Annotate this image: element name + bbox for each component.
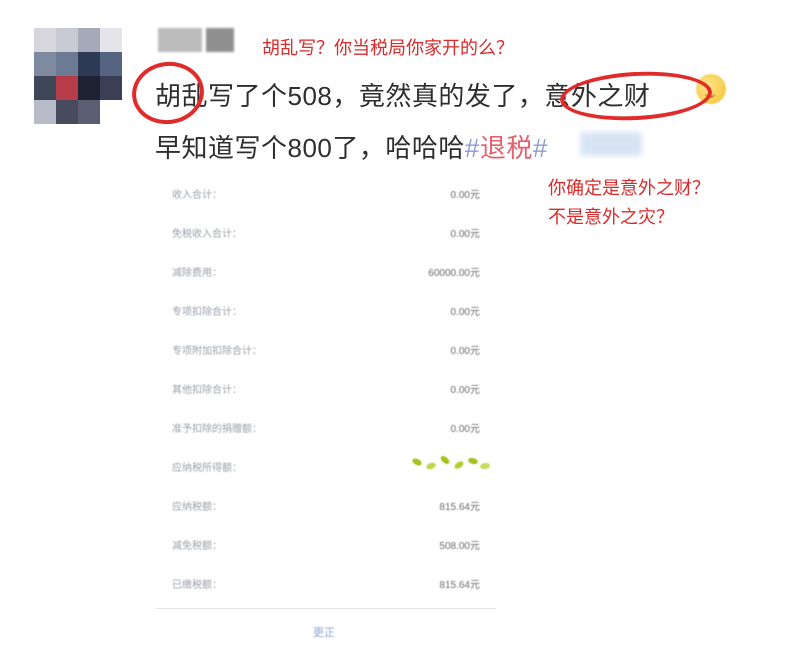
table-row: 专项扣除合计： 0.00元	[156, 303, 496, 323]
redacted-text-blur	[580, 132, 642, 156]
row-value: 815.64元	[439, 502, 480, 513]
row-label: 应纳税额：	[172, 502, 222, 513]
annotation-right-line1: 你确定是意外之财？	[548, 178, 710, 198]
row-label: 减除费用：	[172, 268, 222, 279]
avatar-pixel	[56, 28, 78, 52]
row-value: 60000.00元	[428, 268, 480, 279]
post-text-line2-main: 早知道写个800了，哈哈哈	[155, 133, 465, 163]
table-row: 减除费用： 60000.00元	[156, 264, 496, 284]
tax-detail-table: 收入合计： 0.00元 免税收入合计： 0.00元 减除费用： 60000.00…	[156, 172, 496, 612]
annotation-right-line2: 不是意外之灾？	[548, 207, 674, 227]
table-row: 免税收入合计： 0.00元	[156, 225, 496, 245]
row-label: 减免税额：	[172, 541, 222, 552]
row-value: 815.64元	[439, 580, 480, 591]
correction-link[interactable]: 更正	[313, 624, 335, 640]
avatar-pixel	[56, 100, 78, 124]
row-value: 0.00元	[450, 385, 480, 396]
table-row: 其他扣除合计： 0.00元	[156, 381, 496, 401]
username-redacted[interactable]	[158, 28, 234, 52]
avatar-pixel	[78, 76, 100, 100]
table-row: 准予扣除的捐赠额： 0.00元	[156, 420, 496, 440]
row-label: 收入合计：	[172, 190, 222, 201]
avatar[interactable]	[34, 28, 124, 128]
hashtag-mark-end[interactable]: #	[533, 133, 548, 163]
annotation-top: 胡乱写？你当税局你家开的么？	[262, 38, 514, 58]
avatar-pixel	[56, 52, 78, 76]
avatar-pixel	[100, 28, 122, 52]
avatar-pixel	[78, 28, 100, 52]
table-row: 已缴税额： 815.64元	[156, 576, 496, 596]
row-label: 专项附加扣除合计：	[172, 346, 262, 357]
row-value: 0.00元	[450, 346, 480, 357]
table-row: 应纳税所得额：	[156, 454, 496, 479]
row-label: 其他扣除合计：	[172, 385, 242, 396]
row-value: 0.00元	[450, 229, 480, 240]
avatar-pixel	[56, 76, 78, 100]
avatar-pixel	[100, 52, 122, 76]
divider	[156, 608, 496, 609]
hashtag-link[interactable]: 退税	[480, 133, 533, 163]
avatar-pixel	[78, 100, 100, 124]
avatar-pixel	[78, 52, 100, 76]
avatar-pixel	[34, 100, 56, 124]
table-row: 专项附加扣除合计： 0.00元	[156, 342, 496, 362]
row-label: 专项扣除合计：	[172, 307, 242, 318]
avatar-pixel	[34, 76, 56, 100]
leaf-sticker-cover	[406, 454, 492, 473]
row-value: 0.00元	[450, 190, 480, 201]
table-row: 减免税额： 508.00元	[156, 537, 496, 557]
hashtag-mark[interactable]: #	[465, 133, 480, 163]
row-label: 准予扣除的捐赠额：	[172, 424, 262, 435]
table-row: 收入合计： 0.00元	[156, 186, 496, 206]
red-circle-annotation	[128, 57, 208, 129]
post-text-line2: 早知道写个800了，哈哈哈#退税#	[155, 128, 548, 165]
row-label: 应纳税所得额：	[172, 463, 242, 474]
avatar-pixel	[100, 76, 122, 100]
row-value: 508.00元	[439, 541, 480, 552]
avatar-pixel	[34, 52, 56, 76]
row-value: 0.00元	[450, 424, 480, 435]
row-label: 免税收入合计：	[172, 229, 242, 240]
table-row: 应纳税额： 815.64元	[156, 498, 496, 518]
row-label: 已缴税额：	[172, 580, 222, 591]
avatar-pixel	[34, 28, 56, 52]
row-value: 0.00元	[450, 307, 480, 318]
